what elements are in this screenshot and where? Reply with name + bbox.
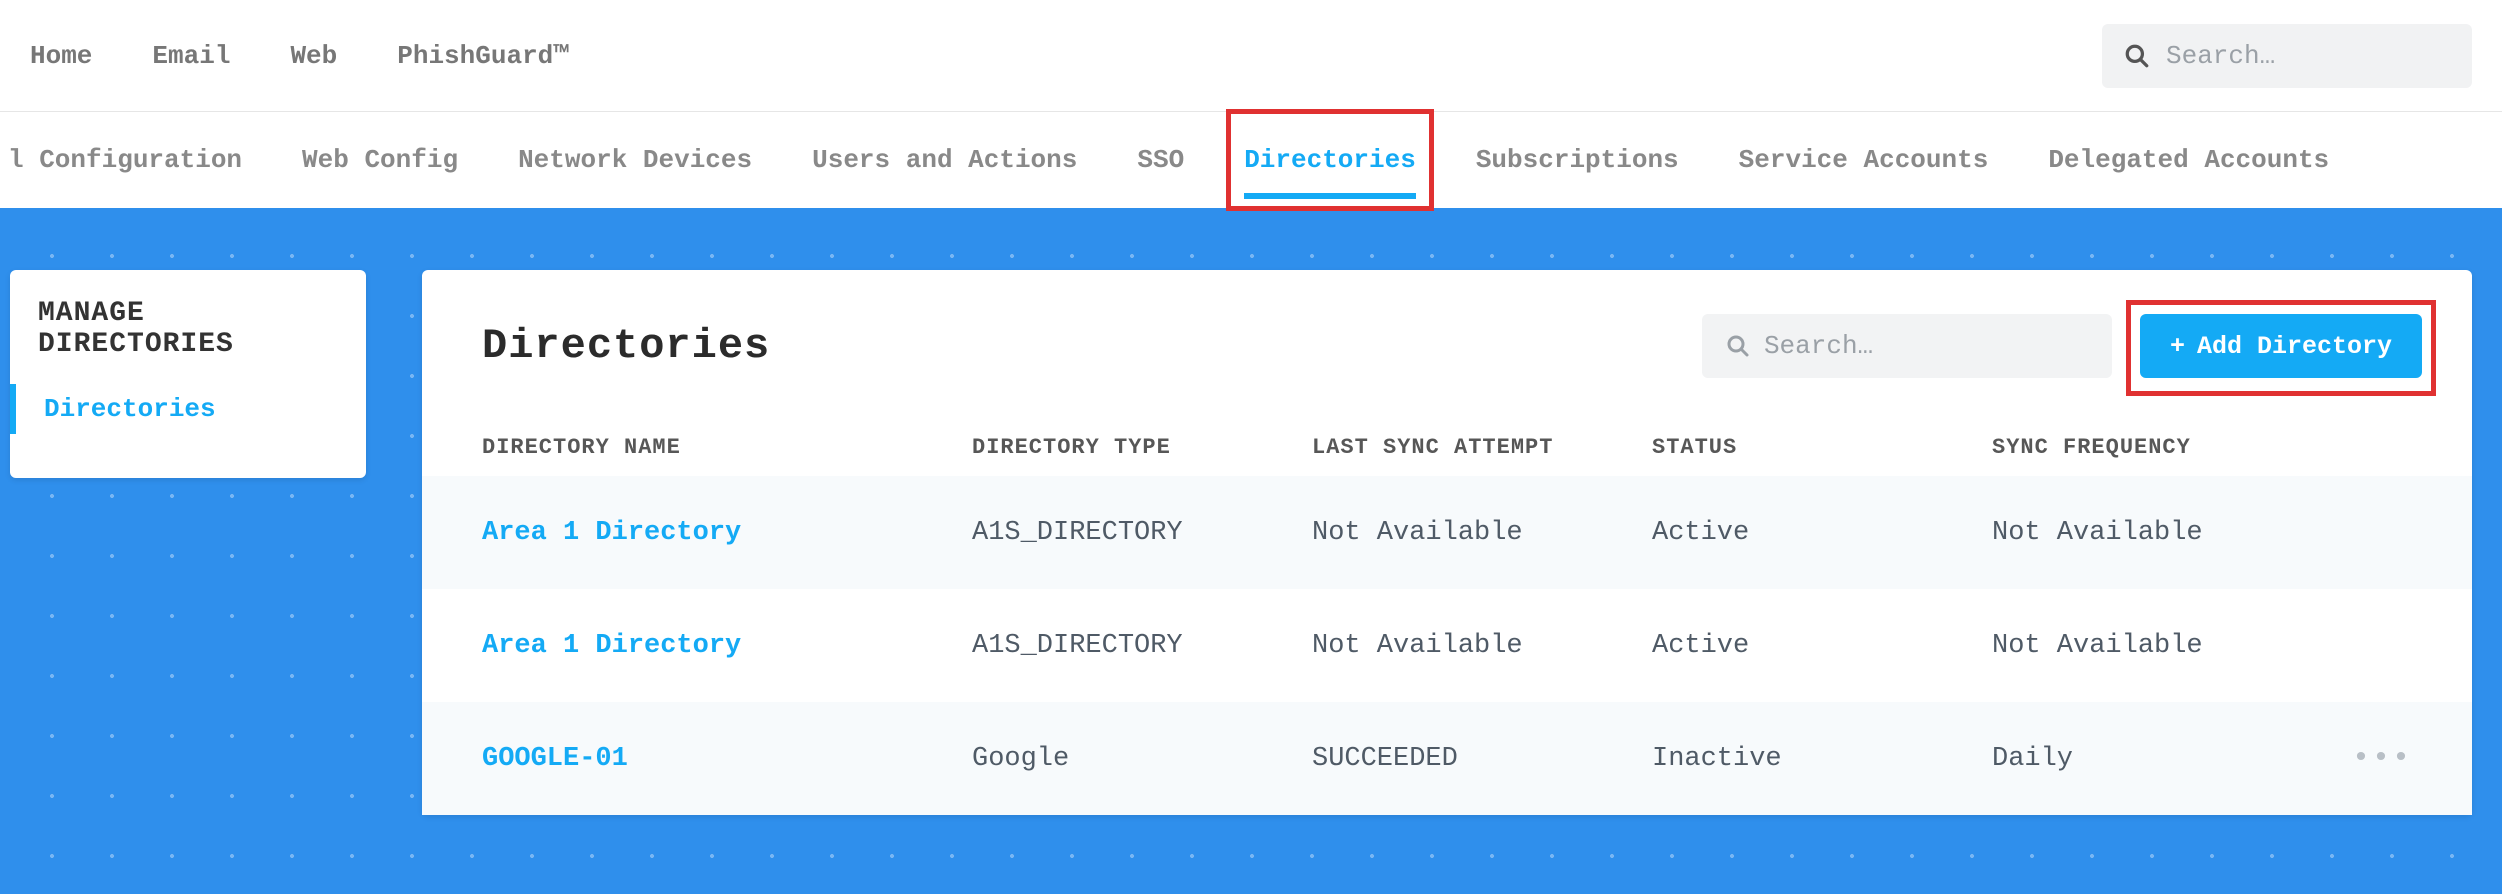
sub-nav: l Configuration Web Config Network Devic… (0, 112, 2502, 208)
col-header-status: STATUS (1652, 435, 1992, 460)
col-header-frequency: SYNC FREQUENCY (1992, 435, 2312, 460)
plus-icon: + (2170, 332, 2185, 361)
directory-type: Google (972, 744, 1312, 774)
nav-home[interactable]: Home (30, 41, 92, 71)
table-row: Area 1 Directory A1S_DIRECTORY Not Avail… (422, 476, 2472, 589)
directories-search[interactable] (1702, 314, 2112, 378)
directory-type: A1S_DIRECTORY (972, 631, 1312, 661)
directory-type: A1S_DIRECTORY (972, 518, 1312, 548)
main-card: Directories + Add Directory DIRECTORY NA… (422, 270, 2472, 815)
nav-phishguard[interactable]: PhishGuard™ (397, 41, 569, 71)
more-icon[interactable]: ••• (2352, 742, 2412, 776)
page-title: Directories (482, 322, 770, 370)
directory-frequency: Daily (1992, 744, 2312, 774)
directory-last-sync: Not Available (1312, 631, 1652, 661)
directory-name-link[interactable]: GOOGLE-01 (482, 744, 972, 774)
sidebar-item-directories[interactable]: Directories (10, 384, 366, 434)
table-body: Area 1 Directory A1S_DIRECTORY Not Avail… (422, 476, 2472, 815)
table-row: GOOGLE-01 Google SUCCEEDED Inactive Dail… (422, 702, 2472, 815)
tab-network-devices[interactable]: Network Devices (518, 113, 752, 207)
tab-configuration[interactable]: l Configuration (8, 113, 242, 207)
col-header-type: DIRECTORY TYPE (972, 435, 1312, 460)
card-header: Directories + Add Directory (422, 270, 2472, 418)
add-directory-label: Add Directory (2197, 332, 2392, 361)
directory-frequency: Not Available (1992, 631, 2312, 661)
add-directory-button[interactable]: + Add Directory (2140, 314, 2422, 378)
tab-delegated-accounts[interactable]: Delegated Accounts (2048, 113, 2329, 207)
directory-status: Active (1652, 518, 1992, 548)
directory-status: Inactive (1652, 744, 1992, 774)
col-header-last-sync: LAST SYNC ATTEMPT (1312, 435, 1652, 460)
nav-email[interactable]: Email (152, 41, 230, 71)
directory-name-link[interactable]: Area 1 Directory (482, 518, 972, 548)
tab-directories[interactable]: Directories (1244, 113, 1416, 207)
tab-subscriptions[interactable]: Subscriptions (1476, 113, 1679, 207)
directories-search-input[interactable] (1764, 331, 2088, 361)
content-region: MANAGE DIRECTORIES Directories Directori… (0, 208, 2502, 894)
side-panel: MANAGE DIRECTORIES Directories (10, 270, 366, 478)
directory-last-sync: Not Available (1312, 518, 1652, 548)
row-actions: ••• (2312, 742, 2412, 776)
tab-users-actions[interactable]: Users and Actions (812, 113, 1077, 207)
tab-service-accounts[interactable]: Service Accounts (1739, 113, 1989, 207)
directory-frequency: Not Available (1992, 518, 2312, 548)
global-search[interactable] (2102, 24, 2472, 88)
table-row: Area 1 Directory A1S_DIRECTORY Not Avail… (422, 589, 2472, 702)
col-header-name: DIRECTORY NAME (482, 435, 972, 460)
search-icon (2124, 43, 2150, 69)
table-header: DIRECTORY NAME DIRECTORY TYPE LAST SYNC … (422, 418, 2472, 476)
tab-web-config[interactable]: Web Config (302, 113, 458, 207)
nav-web[interactable]: Web (290, 41, 337, 71)
top-nav-items: Home Email Web PhishGuard™ (30, 41, 569, 71)
directories-table: DIRECTORY NAME DIRECTORY TYPE LAST SYNC … (422, 418, 2472, 815)
top-nav: Home Email Web PhishGuard™ (0, 0, 2502, 112)
directory-status: Active (1652, 631, 1992, 661)
tab-sso[interactable]: SSO (1137, 113, 1184, 207)
side-panel-title: MANAGE DIRECTORIES (10, 298, 366, 384)
search-icon (1726, 334, 1750, 358)
directory-name-link[interactable]: Area 1 Directory (482, 631, 972, 661)
directory-last-sync: SUCCEEDED (1312, 744, 1652, 774)
global-search-input[interactable] (2166, 41, 2450, 71)
